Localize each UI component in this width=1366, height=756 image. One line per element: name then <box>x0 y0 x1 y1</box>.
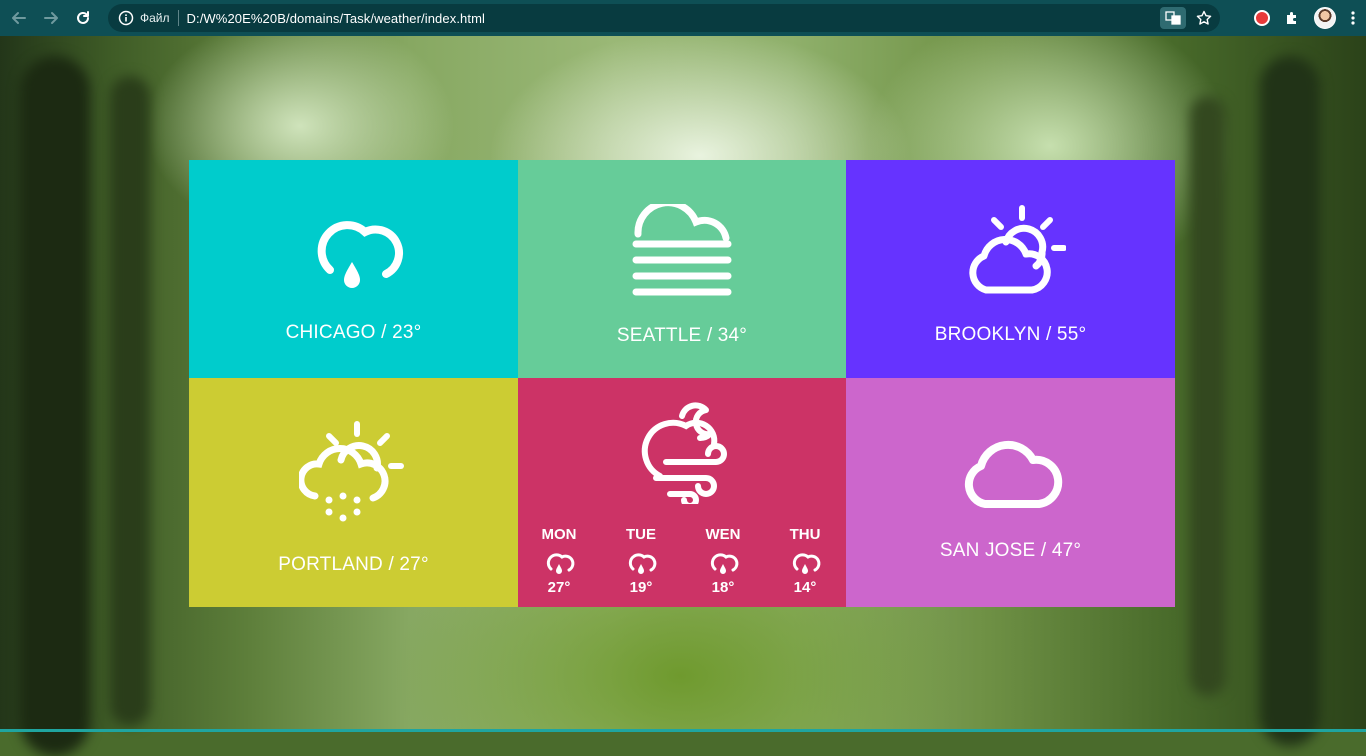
cloud-icon <box>964 440 1062 508</box>
puzzle-icon[interactable] <box>1284 10 1300 26</box>
address-bar[interactable]: Файл D:/W%20E%20B/domains/Task/weather/i… <box>108 4 1220 32</box>
day-temperature: 14° <box>793 579 817 596</box>
tile-brooklyn[interactable]: BROOKLYN / 55° <box>846 160 1175 378</box>
day-name: TUE <box>626 526 656 543</box>
extensions-area <box>1254 0 1356 36</box>
day-temperature: 18° <box>711 579 735 596</box>
cloud-rain-icon <box>710 553 739 574</box>
sun-cloud-icon <box>968 205 1066 294</box>
tile-portland[interactable]: PORTLAND / 27° <box>189 378 518 607</box>
tile-seattle[interactable]: SEATTLE / 34° <box>518 160 846 378</box>
day-temperature: 19° <box>629 579 653 596</box>
tree-trunk <box>1260 56 1320 746</box>
translate-icon[interactable] <box>1160 7 1186 29</box>
city-temperature-label: SAN JOSE / 47° <box>939 540 1082 561</box>
day-temperature: 27° <box>547 579 571 596</box>
reload-button[interactable] <box>70 5 96 31</box>
city-temperature-label: PORTLAND / 27° <box>278 554 429 575</box>
back-button[interactable] <box>6 5 32 31</box>
cloud-rain-icon <box>628 553 657 574</box>
cloud-rain-icon <box>792 553 821 574</box>
forecast-row: MON 27° TUE 19° WEN 18° THU 14° <box>518 526 846 596</box>
reload-icon <box>77 11 89 24</box>
weather-grid: CHICAGO / 23° SEATTLE / 34° BROOKLYN / 5… <box>189 160 1175 607</box>
city-temperature-label: BROOKLYN / 55° <box>934 324 1087 345</box>
sun-cloud-drizzle-icon <box>298 421 404 522</box>
forecast-day: THU 14° <box>775 526 835 596</box>
forecast-day: WEN 18° <box>693 526 753 596</box>
star-icon[interactable] <box>1196 10 1212 26</box>
url-text[interactable]: D:/W%20E%20B/domains/Task/weather/index.… <box>187 11 485 26</box>
avatar[interactable] <box>1314 7 1336 29</box>
day-name: WEN <box>705 526 741 543</box>
day-name: MON <box>541 526 577 543</box>
cloud-rain-drop-icon <box>317 221 403 288</box>
extension-record-icon[interactable] <box>1254 10 1270 26</box>
forecast-day: MON 27° <box>529 526 589 596</box>
tree-trunk <box>110 76 150 726</box>
info-icon[interactable] <box>118 10 134 26</box>
arrow-left-icon <box>12 12 26 24</box>
more-menu-icon[interactable] <box>1350 10 1356 26</box>
tile-san-jose[interactable]: SAN JOSE / 47° <box>846 378 1175 607</box>
scheme-label: Файл <box>140 11 170 25</box>
tree-trunk <box>20 56 90 756</box>
day-name: THU <box>789 526 821 543</box>
browser-toolbar: Файл D:/W%20E%20B/domains/Task/weather/i… <box>0 0 1366 36</box>
divider <box>177 10 179 26</box>
city-temperature-label: SEATTLE / 34° <box>616 325 748 346</box>
fog-icon <box>632 204 732 296</box>
tree-trunk <box>1190 96 1226 696</box>
city-temperature-label: CHICAGO / 23° <box>285 322 422 343</box>
address-bar-actions <box>1160 4 1212 32</box>
tile-chicago[interactable]: CHICAGO / 23° <box>189 160 518 378</box>
cloud-rain-icon <box>546 553 575 574</box>
arrow-right-icon <box>44 12 58 24</box>
tile-forecast[interactable]: MON 27° TUE 19° WEN 18° THU 14° <box>518 378 846 607</box>
cloud-moon-wind-icon <box>641 402 727 504</box>
forward-button[interactable] <box>38 5 64 31</box>
forecast-day: TUE 19° <box>611 526 671 596</box>
